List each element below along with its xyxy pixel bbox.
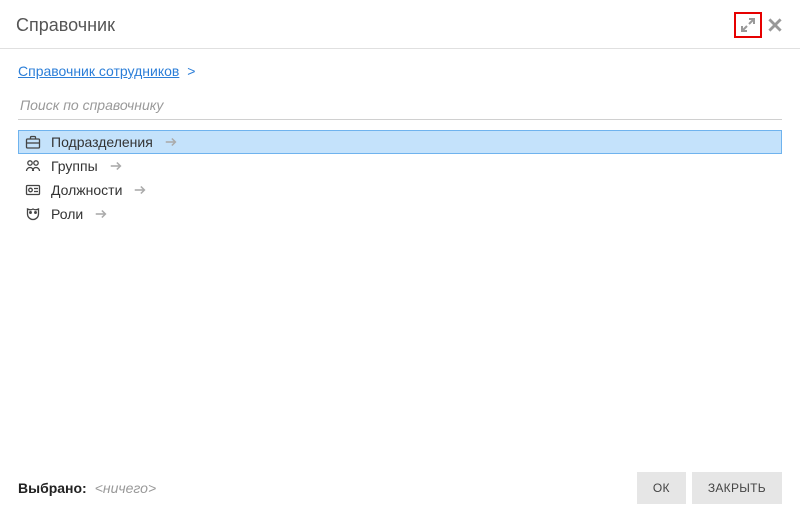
arrow-right-icon — [132, 182, 148, 198]
tree-item-label: Подразделения — [51, 134, 153, 150]
mask-icon — [25, 206, 41, 222]
arrow-right-icon — [108, 158, 124, 174]
tree-item-groups[interactable]: Группы — [18, 154, 782, 178]
breadcrumb-link[interactable]: Справочник сотрудников — [18, 63, 179, 79]
breadcrumb-separator: > — [187, 63, 195, 79]
ok-button[interactable]: ОК — [637, 472, 686, 504]
briefcase-icon — [25, 134, 41, 150]
tree: Подразделения Группы — [18, 130, 782, 226]
people-icon — [25, 158, 41, 174]
dialog-header: Справочник — [0, 0, 800, 49]
selected-row: Выбрано: <ничего> — [18, 480, 156, 496]
close-button[interactable]: ЗАКРЫТЬ — [692, 472, 782, 504]
tree-item-label: Группы — [51, 158, 98, 174]
header-controls — [734, 12, 784, 38]
expand-highlight — [734, 12, 762, 38]
dialog-title: Справочник — [16, 15, 115, 36]
tree-item-departments[interactable]: Подразделения — [18, 130, 782, 154]
tree-item-label: Должности — [51, 182, 122, 198]
selected-label: Выбрано: — [18, 480, 87, 496]
tree-item-positions[interactable]: Должности — [18, 178, 782, 202]
breadcrumb: Справочник сотрудников > — [18, 63, 782, 79]
selected-value: <ничего> — [95, 480, 156, 496]
expand-icon[interactable] — [740, 17, 756, 33]
footer-buttons: ОК ЗАКРЫТЬ — [637, 472, 782, 504]
arrow-right-icon — [93, 206, 109, 222]
dialog-footer: Выбрано: <ничего> ОК ЗАКРЫТЬ — [0, 458, 800, 520]
dialog-body: Справочник сотрудников > Подразделения — [0, 49, 800, 458]
close-icon[interactable] — [766, 16, 784, 34]
search-input[interactable] — [18, 91, 782, 119]
tree-item-label: Роли — [51, 206, 83, 222]
tree-item-roles[interactable]: Роли — [18, 202, 782, 226]
arrow-right-icon — [163, 134, 179, 150]
search-wrapper — [18, 91, 782, 120]
badge-icon — [25, 182, 41, 198]
